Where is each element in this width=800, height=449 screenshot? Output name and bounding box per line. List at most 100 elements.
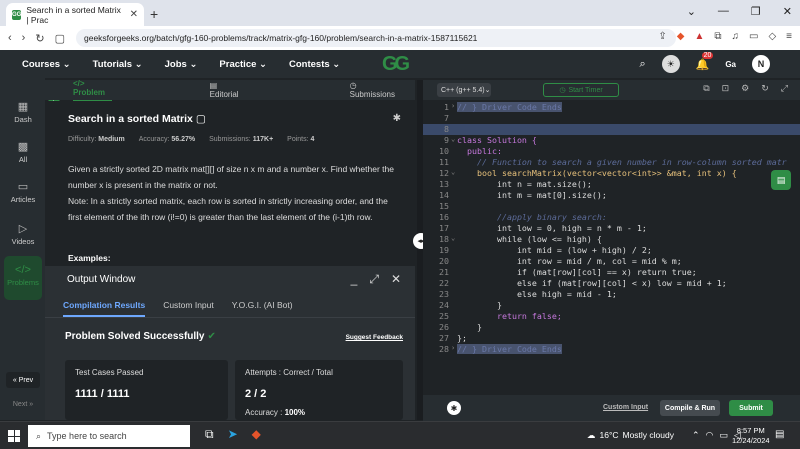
avatar[interactable]: N xyxy=(752,55,770,73)
weather-widget[interactable]: ☁ 16°C Mostly cloudy xyxy=(587,430,674,441)
custom-input-link[interactable]: Custom Input xyxy=(603,404,648,411)
maximize-output-icon[interactable]: ⤢ xyxy=(369,272,379,287)
chevron-up-icon[interactable]: ⌃ xyxy=(692,430,700,441)
output-window: Output Window _ ⤢ ✕ Compilation Results … xyxy=(45,266,415,420)
new-tab-icon[interactable]: + xyxy=(150,6,158,22)
attempts-card: Attempts : Correct / Total 2 / 2 Accurac… xyxy=(235,360,403,420)
gfg-app-icon[interactable]: Ga xyxy=(725,60,736,69)
search-icon: ⌕ xyxy=(36,430,42,441)
sidebar-item-articles[interactable]: ▭ Articles xyxy=(4,180,42,204)
fold-icon[interactable]: ⌄ xyxy=(451,135,455,143)
wifi-icon[interactable]: ◠ xyxy=(706,430,714,441)
tab-compilation-results[interactable]: Compilation Results xyxy=(63,296,146,317)
gfg-logo[interactable]: GG xyxy=(382,53,422,75)
clock[interactable]: 8:57 PM 12/24/2024 xyxy=(732,426,770,446)
code-line: 23 else high = mid - 1; xyxy=(439,289,617,299)
tab-editorial[interactable]: ▤ Editorial xyxy=(182,81,262,99)
start-timer-button[interactable]: ◷ Start Timer xyxy=(543,83,619,97)
tab-search-icon[interactable]: ⌄ xyxy=(687,5,696,18)
fullscreen-icon[interactable]: ⤢ xyxy=(781,83,788,94)
fold-icon[interactable]: ⌄ xyxy=(451,234,455,242)
problem-description: Given a strictly sorted 2D matrix mat[][… xyxy=(68,161,403,225)
battery-icon[interactable]: ▭ xyxy=(719,430,728,441)
debug-icon[interactable]: ✱ xyxy=(447,401,461,415)
sidebar-item-dash[interactable]: ▦ Dash xyxy=(4,100,42,124)
report-bug-icon[interactable]: ✱ xyxy=(393,113,401,124)
close-tab-icon[interactable]: ✕ xyxy=(130,9,138,20)
sidebar-item-videos[interactable]: ▷ Videos xyxy=(4,222,42,246)
chat-icon[interactable]: ▤ xyxy=(771,170,791,190)
code-line: 10 public: xyxy=(439,146,502,156)
compile-run-button[interactable]: Compile & Run xyxy=(660,400,720,416)
restore-icon[interactable]: ❐ xyxy=(751,5,761,18)
dashboard-icon: ▦ xyxy=(17,101,29,113)
submissions-value: 117K+ xyxy=(252,136,274,143)
theme-toggle-icon[interactable]: ☀ xyxy=(661,55,680,73)
share-icon[interactable]: ⇪ xyxy=(658,31,666,42)
close-window-icon[interactable]: ✕ xyxy=(783,5,792,18)
sidebar-item-all[interactable]: ▩ All xyxy=(4,140,42,164)
fold-icon[interactable]: › xyxy=(451,344,455,352)
browser-tab-bar: GG Search in a sorted Matrix | Prac ✕ + … xyxy=(0,0,800,26)
nav-courses[interactable]: Courses ⌄ xyxy=(22,59,71,70)
nav-tutorials[interactable]: Tutorials ⌄ xyxy=(93,59,143,70)
refresh-icon[interactable]: ↻ xyxy=(761,83,769,94)
tab-problem[interactable]: </> Problem xyxy=(73,79,112,102)
nav-contests[interactable]: Contests ⌄ xyxy=(289,59,340,70)
submit-button[interactable]: Submit xyxy=(729,400,773,416)
bookmark-icon[interactable]: ▢ xyxy=(196,113,206,125)
nav-practice[interactable]: Practice ⌄ xyxy=(219,59,267,70)
minimize-output-icon[interactable]: _ xyxy=(351,272,358,287)
url-field[interactable]: geeksforgeeks.org/batch/gfg-160-problems… xyxy=(76,29,676,47)
back-icon[interactable]: ‹ xyxy=(8,32,12,44)
extensions-icon[interactable]: ⧉ xyxy=(714,31,721,42)
language-select[interactable]: C++ (g++ 5.4) ⌄ xyxy=(437,83,491,97)
search-icon[interactable]: ⌕ xyxy=(639,58,645,71)
media-icon[interactable]: ♫ xyxy=(732,31,740,42)
timer-icon: ◷ xyxy=(559,87,566,94)
fold-icon[interactable]: › xyxy=(451,102,455,110)
task-view-icon[interactable]: ⧉ xyxy=(205,427,214,442)
minimize-icon[interactable]: — xyxy=(718,5,729,18)
brave-shield-icon[interactable]: ◆ xyxy=(677,31,685,42)
reload-icon[interactable]: ↻ xyxy=(35,32,44,45)
menu-icon[interactable]: ≡ xyxy=(786,31,792,42)
settings-icon[interactable]: ⚙ xyxy=(741,83,749,94)
sidebar-item-problems[interactable]: </> Problems xyxy=(4,256,42,300)
code-line: 15 xyxy=(439,201,449,211)
brave-rewards-icon[interactable]: ▲ xyxy=(694,31,704,42)
suggest-feedback-link[interactable]: Suggest Feedback xyxy=(346,334,403,341)
brave-icon[interactable]: ◆ xyxy=(252,427,261,442)
code-line: 14 int m = mat[0].size(); xyxy=(439,190,607,200)
code-line: 17 int low = 0, high = n * m - 1; xyxy=(439,223,647,233)
windows-taskbar: ⌕ Type here to search ⧉ ➤ ◆ ☁ 16°C Mostl… xyxy=(0,421,800,449)
nav-jobs[interactable]: Jobs ⌄ xyxy=(165,59,198,70)
tab-custom-input[interactable]: Custom Input xyxy=(163,296,214,317)
temperature: 16°C xyxy=(599,430,619,440)
reader-icon[interactable]: ▭ xyxy=(749,31,758,42)
windows-start-icon[interactable] xyxy=(8,430,20,442)
forward-icon[interactable]: › xyxy=(22,32,26,44)
code-icon: </> xyxy=(15,264,31,276)
problem-title: Search in a sorted Matrix ▢ xyxy=(68,113,206,125)
telegram-icon[interactable]: ➤ xyxy=(228,427,238,442)
tab-submissions[interactable]: ◷ Submissions xyxy=(322,81,415,99)
notification-center-icon[interactable]: ▤ xyxy=(775,429,784,440)
close-output-icon[interactable]: ✕ xyxy=(391,272,401,287)
reset-icon[interactable]: ⊡ xyxy=(722,83,730,94)
code-line: 1 ›// } Driver Code Ends xyxy=(444,102,562,112)
description-para-1: Given a strictly sorted 2D matrix mat[][… xyxy=(68,164,394,190)
copy-icon[interactable]: ⧉ xyxy=(703,83,709,94)
prev-button[interactable]: « Prev xyxy=(6,372,40,388)
next-button[interactable]: Next » xyxy=(6,396,40,412)
browser-tab[interactable]: GG Search in a sorted Matrix | Prac ✕ xyxy=(6,3,144,26)
notification-count: 20 xyxy=(701,51,714,59)
tab-yogi-ai-bot[interactable]: Y.O.G.I. (AI Bot) xyxy=(232,296,293,317)
wallet-icon[interactable]: ◇ xyxy=(768,31,776,42)
fold-icon[interactable]: ⌄ xyxy=(451,168,455,176)
weather-text: Mostly cloudy xyxy=(622,430,675,440)
taskbar-search[interactable]: ⌕ Type here to search xyxy=(28,425,190,447)
bookmark-icon[interactable]: ▢ xyxy=(55,32,65,45)
notification-bell[interactable]: 🔔 20 xyxy=(696,51,714,71)
code-editor[interactable]: 1 ›// } Driver Code Ends 7 8 9 ⌄ class Solu… xyxy=(423,100,800,395)
